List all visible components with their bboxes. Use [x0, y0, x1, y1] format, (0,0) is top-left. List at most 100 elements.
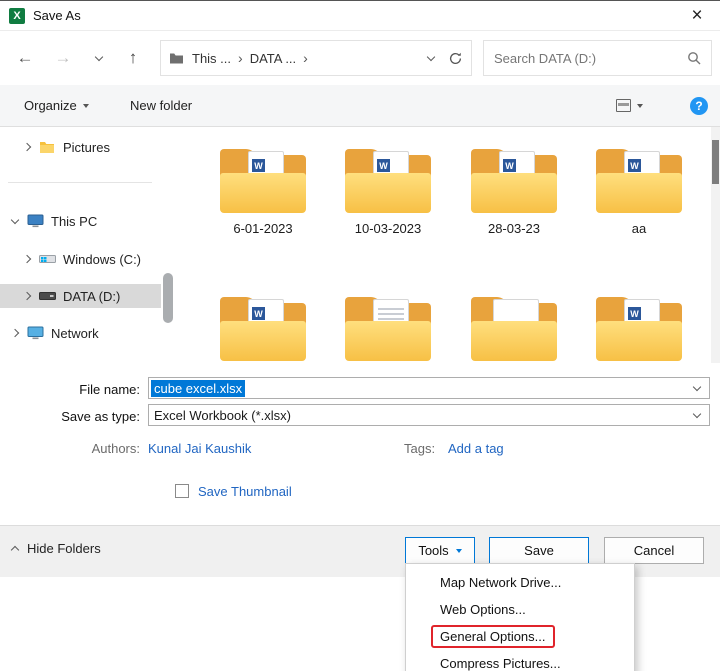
sidebar-item-windows-c[interactable]: Windows (C:)	[0, 247, 161, 271]
menu-item-map-network-drive[interactable]: Map Network Drive...	[406, 569, 634, 596]
sidebar-scrollbar-thumb[interactable]	[163, 273, 173, 323]
menu-item-label: Web Options...	[440, 602, 526, 617]
chevron-right-icon	[22, 291, 32, 301]
back-button[interactable]: ←	[10, 31, 40, 85]
chevron-down-icon	[426, 52, 436, 61]
folder-tile[interactable]	[454, 297, 574, 361]
tools-button[interactable]: Tools	[405, 537, 475, 564]
hide-folders-label: Hide Folders	[27, 541, 101, 556]
file-name-input[interactable]: cube excel.xlsx	[148, 377, 710, 399]
data-drive-icon	[38, 288, 56, 304]
chevron-down-icon[interactable]	[692, 382, 702, 391]
search-icon	[688, 52, 701, 65]
folder-document-icon	[343, 297, 433, 361]
sidebar-label: DATA (D:)	[63, 288, 121, 304]
folder-document-icon	[469, 297, 559, 361]
caret-down-icon	[455, 548, 462, 553]
breadcrumb-data-drive[interactable]: DATA ...	[250, 51, 296, 66]
navigation-bar: ← → ↑ This ... › DATA ... ›	[0, 31, 720, 85]
folder-tile[interactable]: W 6-01-2023	[203, 149, 323, 236]
add-a-tag-link[interactable]: Add a tag	[448, 441, 504, 456]
new-folder-button[interactable]: New folder	[130, 85, 192, 126]
refresh-button[interactable]	[448, 51, 463, 66]
sidebar-label: Pictures	[63, 139, 110, 155]
breadcrumb-separator-icon: ›	[303, 50, 308, 66]
folder-tile[interactable]: W 10-03-2023	[328, 149, 448, 236]
cancel-button[interactable]: Cancel	[604, 537, 704, 564]
file-name-label: File name:	[79, 382, 140, 397]
chevron-right-icon	[10, 328, 20, 338]
folder-word-icon: W	[594, 297, 684, 361]
views-icon	[616, 99, 631, 112]
up-button[interactable]: ↑	[118, 31, 148, 85]
sidebar-label: This PC	[51, 213, 98, 229]
folder-name: 28-03-23	[487, 221, 541, 236]
address-bar[interactable]: This ... › DATA ... ›	[160, 40, 472, 76]
help-button[interactable]: ?	[690, 85, 708, 126]
save-as-dialog: X Save As × ← → ↑ This ... › DATA ... ›	[0, 0, 720, 671]
chevron-down-icon	[94, 52, 104, 61]
sidebar-label: Windows (C:)	[63, 251, 142, 267]
folder-name: 6-01-2023	[233, 221, 293, 236]
windows-drive-icon	[38, 251, 56, 267]
chevron-right-icon	[22, 142, 32, 152]
hide-folders-button[interactable]: Hide Folders	[10, 541, 101, 556]
address-dropdown-button[interactable]	[420, 52, 442, 61]
folder-tile[interactable]: W	[579, 297, 699, 361]
file-list-scrollbar[interactable]	[711, 127, 720, 363]
authors-link[interactable]: Kunal Jai Kaushik	[148, 441, 251, 456]
sidebar-item-data-d[interactable]: DATA (D:)	[0, 284, 161, 308]
menu-item-web-options[interactable]: Web Options...	[406, 596, 634, 623]
scrollbar-thumb[interactable]	[712, 140, 719, 184]
chevron-right-icon	[22, 254, 32, 264]
menu-item-label: General Options...	[431, 625, 555, 648]
save-button[interactable]: Save	[489, 537, 589, 564]
close-button[interactable]: ×	[674, 1, 720, 30]
network-icon	[26, 325, 44, 341]
folder-tile[interactable]: W aa	[579, 149, 699, 236]
folder-tile[interactable]: W 28-03-23	[454, 149, 574, 236]
chevron-down-icon[interactable]	[692, 409, 702, 418]
folder-tile[interactable]: W	[203, 297, 323, 361]
save-thumbnail-checkbox[interactable]	[175, 484, 189, 498]
file-name-value: cube excel.xlsx	[151, 379, 246, 397]
tools-menu: Map Network Drive... Web Options... Gene…	[405, 563, 635, 671]
menu-item-compress-pictures[interactable]: Compress Pictures...	[406, 650, 634, 671]
chevron-down-icon	[10, 215, 20, 224]
recent-locations-button[interactable]	[84, 31, 114, 85]
view-options-button[interactable]	[616, 85, 643, 126]
titlebar: X Save As ×	[0, 1, 720, 31]
excel-app-icon: X	[9, 7, 25, 24]
search-box	[483, 40, 712, 76]
folder-tile[interactable]	[328, 297, 448, 361]
menu-item-general-options[interactable]: General Options...	[406, 623, 634, 650]
organize-button[interactable]: Organize	[24, 85, 89, 126]
breadcrumb-this-pc[interactable]: This ...	[192, 51, 231, 66]
search-input[interactable]	[494, 50, 687, 66]
forward-button[interactable]: →	[48, 31, 78, 85]
new-folder-label: New folder	[130, 98, 193, 113]
content-area: Pictures This PC Windows (C:) DATA (D:)	[0, 127, 720, 363]
authors-label: Authors:	[91, 441, 140, 456]
save-as-type-select[interactable]: Excel Workbook (*.xlsx)	[148, 404, 710, 426]
save-as-type-label: Save as type:	[61, 409, 140, 424]
save-as-type-value: Excel Workbook (*.xlsx)	[154, 407, 292, 423]
sidebar-item-network[interactable]: Network	[0, 321, 161, 345]
save-thumbnail-label[interactable]: Save Thumbnail	[198, 484, 292, 499]
cancel-label: Cancel	[633, 543, 675, 558]
sidebar-divider	[8, 182, 152, 183]
sidebar-item-this-pc[interactable]: This PC	[0, 209, 161, 233]
chevron-up-icon	[10, 545, 20, 555]
breadcrumb-separator-icon: ›	[238, 50, 243, 66]
refresh-icon	[450, 52, 462, 64]
caret-down-icon	[82, 103, 89, 108]
sidebar-item-pictures[interactable]: Pictures	[0, 135, 161, 159]
tools-label: Tools	[418, 543, 449, 558]
folder-word-icon: W	[218, 149, 308, 213]
folder-word-icon: W	[218, 297, 308, 361]
command-toolbar: Organize New folder ?	[0, 85, 720, 127]
sidebar-label: Network	[51, 325, 99, 341]
menu-item-label: Compress Pictures...	[440, 656, 561, 671]
location-icon	[170, 53, 183, 64]
caret-down-icon	[637, 103, 643, 108]
